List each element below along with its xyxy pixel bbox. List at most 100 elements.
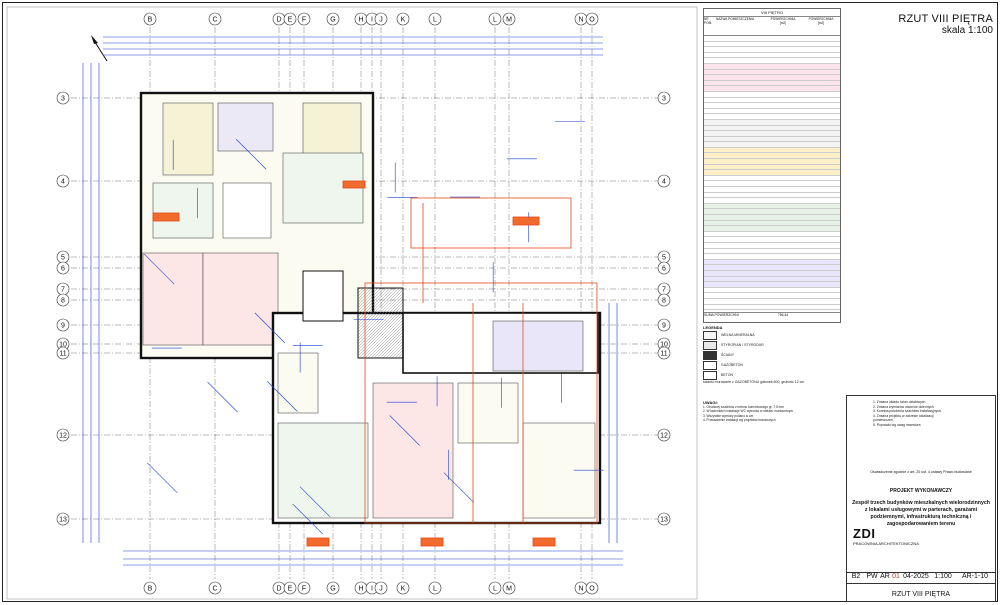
grid-bubble-col: E [284,13,296,25]
svg-text:6: 6 [662,266,666,273]
grid-bubble-row: 9 [57,319,69,331]
svg-text:12: 12 [660,433,668,440]
svg-text:7: 7 [61,287,65,294]
svg-text:H: H [358,17,363,24]
svg-text:J: J [379,17,383,24]
legend-swatch [703,361,717,370]
grid-bubble-col: J [375,13,387,25]
svg-text:3: 3 [662,96,666,103]
grid-bubble-col: D [273,13,285,25]
svg-text:L: L [433,17,437,24]
grid-bubble-col: G [327,13,339,25]
area-table-col-number: NR POM. [704,17,716,35]
svg-text:D: D [276,17,281,24]
revision-line: 3. Korekta położenia szachtów instalacyj… [873,409,953,414]
grid-bubble-col: H [355,582,367,594]
legend-item: BETON [703,370,847,380]
code-phase: PW [865,573,879,583]
svg-text:F: F [302,586,306,593]
svg-text:N: N [578,586,583,593]
sheet-footer-title: RZUT VIII PIĘTRA [847,591,995,598]
svg-text:11: 11 [660,351,667,358]
grid-bubble-row: 11 [57,347,69,359]
area-table-col-area: POWIERZCHNIA [m2] [764,17,802,35]
grid-bubble-col: K [397,13,409,25]
project-name: Zespół trzech budynków mieszkalnych wiel… [851,500,991,528]
grid-bubble-row: 8 [658,294,670,306]
legend-swatch [703,341,717,350]
grid-bubble-col: G [327,582,339,594]
svg-text:12: 12 [59,433,67,440]
grid-bubble-col: H [355,13,367,25]
area-table-col-area-2: POWIERZCHNIA [m2] [802,17,840,35]
code-revision: 01 [891,573,901,583]
grid-bubble-col: L [489,13,501,25]
svg-text:5: 5 [61,255,65,262]
grid-bubble-row: 6 [658,262,670,274]
svg-text:K: K [401,586,406,593]
building-wing-lower [273,271,600,523]
svg-text:H: H [358,586,363,593]
grid-bubble-col: O [586,13,598,25]
grid-bubble-col: O [586,582,598,594]
stamp-text: Oświadczenie zgodnie z art. 20 ust. 4 us… [847,470,995,474]
svg-text:M: M [506,17,512,24]
grid-bubble-col: N [575,582,587,594]
grid-bubble-col: L [429,13,441,25]
svg-text:8: 8 [662,298,666,305]
legend-swatch [703,331,717,340]
area-table-header: VIII PIĘTRO [704,9,840,17]
svg-text:C: C [212,17,217,24]
project-phase: PROJEKT WYKONAWCZY [847,488,995,494]
grid-bubble-col: M [503,582,515,594]
legend-swatch [703,371,717,380]
grid-bubble-row: 12 [658,429,670,441]
svg-text:I: I [371,17,373,24]
grid-bubble-row: 11 [658,347,670,359]
revision-list: 1. Zmiana układu ścian działowych 2. Zmia… [873,400,953,427]
office-logo: ZDI PRACOWNIA ARCHITEKTONICZNA [853,526,919,546]
legend-label: GAZOBETON [721,363,743,367]
legend-label: WEŁNA MINERALNA [721,333,755,337]
legend-items: WEŁNA MINERALNA STYROPIAN / STYRODUR ŚCIAN… [703,330,847,380]
area-table-col-name: NAZWA POMIESZCZENIA [716,17,764,35]
notes: UWAGI: 1. Obudowy szachtów z betonu komó… [703,400,847,445]
revision-line: 5. Poprawki wg uwag inwestora [873,423,953,428]
svg-text:G: G [330,17,335,24]
svg-text:J: J [379,586,383,593]
legend-item: ŚCIANY [703,350,847,360]
svg-text:D: D [276,586,281,593]
grid-bubble-row: 8 [57,294,69,306]
svg-text:5: 5 [662,255,666,262]
grid-bubble-col: E [284,582,296,594]
svg-text:C: C [212,586,217,593]
grid-bubble-row: 7 [658,283,670,295]
area-schedule-table: VIII PIĘTRO NR POM. NAZWA POMIESZCZENIA … [703,8,841,323]
grid-bubble-col: D [273,582,285,594]
grid-bubble-row: 9 [658,319,670,331]
svg-text:4: 4 [662,179,666,186]
grid-bubble-col: F [298,582,310,594]
area-table-total: 756,44 [764,313,802,323]
svg-text:4: 4 [61,179,65,186]
code-building: B2 [847,573,865,583]
svg-text:K: K [401,17,406,24]
grid-bubble-row: 7 [57,283,69,295]
legend-note: ścianki murowane z GAZOBETONU gatunek 60… [703,380,847,384]
office-logo-mark: ZDI [853,526,919,541]
grid-bubble-col: L [489,582,501,594]
svg-text:B: B [148,17,153,24]
area-table-rows [704,36,840,312]
legend-item: STYROPIAN / STYRODUR [703,340,847,350]
svg-text:13: 13 [59,517,67,524]
svg-text:O: O [589,586,595,593]
svg-text:3: 3 [61,96,65,103]
code-sheet: AR-1-10 [955,573,995,583]
grid-bubble-row: 4 [658,175,670,187]
sheet-scale-text: skala 1:100 [897,25,993,36]
legend: LEGENDA WEŁNA MINERALNA STYROPIAN / STYRO… [703,325,847,395]
svg-text:O: O [589,17,595,24]
svg-text:G: G [330,586,335,593]
code-branch: AR [879,573,891,583]
svg-text:9: 9 [61,323,65,330]
